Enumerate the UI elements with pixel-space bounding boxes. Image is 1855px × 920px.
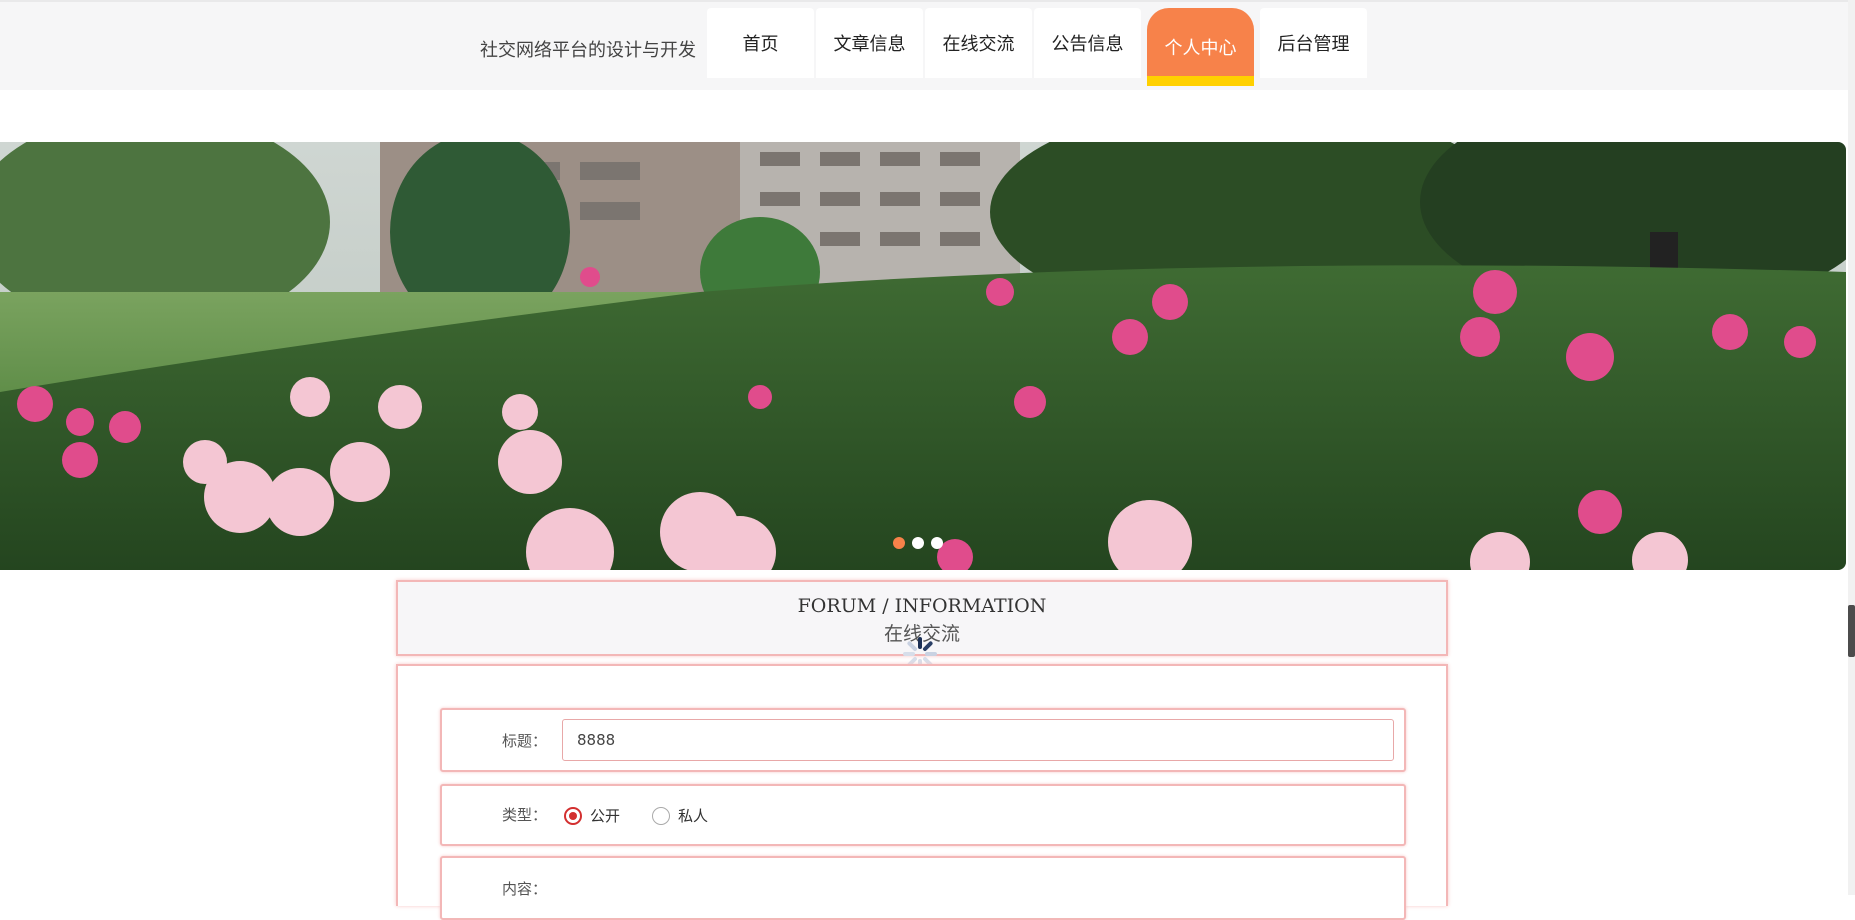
banner-image	[0, 142, 1846, 570]
forum-form: 标题： 类型： 公开 私人 内容：	[396, 664, 1448, 920]
content-label: 内容：	[502, 880, 548, 898]
title-label: 标题：	[502, 732, 548, 750]
nav-item-label: 公告信息	[1051, 34, 1124, 55]
scrollbar-thumb[interactable]	[1848, 605, 1855, 657]
nav-item-admin[interactable]: 后台管理	[1260, 8, 1367, 78]
form-row-type: 类型： 公开 私人	[440, 784, 1406, 846]
form-row-title: 标题：	[440, 708, 1406, 772]
radio-private[interactable]: 私人	[652, 805, 708, 826]
type-label: 类型：	[502, 806, 548, 824]
radio-unchecked-icon	[652, 806, 670, 825]
carousel-dot[interactable]	[912, 537, 924, 549]
top-header: 社交网络平台的设计与开发 首页 文章信息 在线交流 公告信息 个人中心 后台管理	[0, 0, 1848, 90]
nav-item-personal-center[interactable]: 个人中心	[1147, 8, 1254, 86]
carousel-dot[interactable]	[893, 537, 905, 549]
nav-item-label: 后台管理	[1277, 34, 1350, 55]
nav-item-label: 首页	[742, 34, 779, 55]
nav-item-label: 文章信息	[833, 34, 906, 55]
page-scrollbar[interactable]	[1848, 0, 1855, 895]
site-title: 社交网络平台的设计与开发	[480, 40, 696, 61]
nav-item-announcements[interactable]: 公告信息	[1034, 8, 1141, 78]
carousel-dot[interactable]	[931, 537, 943, 549]
nav-item-forum[interactable]: 在线交流	[925, 8, 1032, 78]
nav-item-home[interactable]: 首页	[707, 8, 814, 78]
carousel-banner[interactable]	[0, 142, 1846, 570]
carousel-dots	[893, 537, 943, 549]
main-nav: 首页 文章信息 在线交流 公告信息 个人中心 后台管理	[707, 8, 1367, 86]
form-row-content: 内容：	[440, 856, 1406, 920]
nav-item-label: 个人中心	[1164, 38, 1237, 59]
title-input[interactable]	[562, 719, 1394, 761]
radio-private-label: 私人	[678, 807, 709, 825]
radio-public[interactable]: 公开	[564, 805, 620, 826]
nav-item-articles[interactable]: 文章信息	[816, 8, 923, 78]
radio-checked-icon	[564, 806, 582, 825]
section-title-en: FORUM / INFORMATION	[797, 595, 1047, 617]
nav-item-label: 在线交流	[942, 34, 1015, 55]
radio-public-label: 公开	[590, 807, 621, 825]
